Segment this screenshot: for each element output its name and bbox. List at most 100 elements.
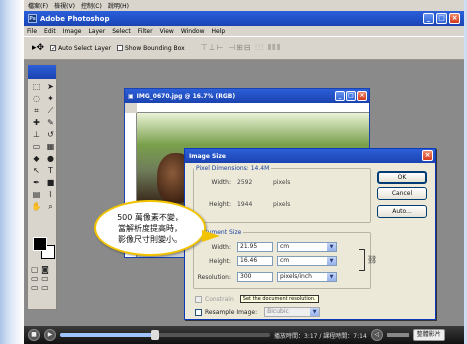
resolution-unit-select[interactable]: pixels/inch ▼ <box>277 272 337 282</box>
pixel-width-label: Width: <box>211 179 231 186</box>
history-brush-icon[interactable]: ↺ <box>44 129 57 140</box>
playback-time: 播放時間：3:17 / 課程時間：7:14 <box>274 332 367 340</box>
doc-width-unit-select[interactable]: cm ▼ <box>277 242 337 252</box>
cancel-button[interactable]: Cancel <box>377 187 427 200</box>
resample-method-select[interactable]: Bicubic ▼ <box>264 307 321 317</box>
pixel-dimensions-label: Pixel Dimensions: 14.4M <box>196 165 270 172</box>
align-buttons-group[interactable]: ⊤⊥⊢ ⊣⊞⊟ ⫶⫶⫶ ⦀⦀⦀ <box>201 43 281 53</box>
chevron-down-icon[interactable]: ▼ <box>310 308 320 316</box>
doc-height-row: Height: 16.46 cm ▼ <box>197 256 337 266</box>
show-bounding-box-option[interactable]: Show Bounding Box <box>117 45 185 52</box>
doc-minimize-icon[interactable]: _ <box>335 91 345 101</box>
volume-slider[interactable] <box>386 333 409 337</box>
constrain-bracket <box>359 249 365 271</box>
stamp-tool-icon[interactable]: ⊥ <box>30 129 43 140</box>
resample-image-row: Resample Image: Bicubic ▼ <box>195 307 321 317</box>
viewer-menu-help[interactable]: 說明(H) <box>108 1 129 10</box>
hand-tool-icon[interactable]: ✋ <box>30 201 43 212</box>
document-title-bar[interactable]: ▣ IMG_0670.jpg @ 16.7% (RGB) <box>125 89 369 103</box>
healing-brush-icon[interactable]: ✚ <box>30 117 43 128</box>
callout-line-1: 500 萬像素不變， <box>117 212 183 222</box>
constrain-proportions-checkbox[interactable] <box>195 295 202 303</box>
auto-select-layer-checkbox[interactable] <box>50 45 57 51</box>
stop-icon[interactable]: ■ <box>28 329 40 341</box>
ok-button[interactable]: OK <box>377 171 427 184</box>
gradient-tool-icon[interactable]: ▦ <box>44 141 57 152</box>
menu-layer[interactable]: Layer <box>88 28 105 35</box>
resolution-row: Resolution: 300 pixels/inch ▼ <box>197 272 337 282</box>
menu-select[interactable]: Select <box>112 28 131 35</box>
full-video-button[interactable]: 整體影片 <box>412 329 445 341</box>
seek-bar[interactable] <box>60 330 270 340</box>
callout-line-3: 影像尺寸則變小。 <box>118 234 182 244</box>
marquee-tool-icon[interactable]: ⬚ <box>30 81 43 92</box>
menu-filter[interactable]: Filter <box>138 28 153 35</box>
resolution-label: Resolution: <box>197 273 231 281</box>
move-tool-icon[interactable]: ➤ <box>44 81 57 92</box>
doc-width-input[interactable]: 21.95 <box>237 242 273 252</box>
slice-tool-icon[interactable]: ⟋ <box>44 105 57 116</box>
window-controls: _ □ × <box>423 13 460 24</box>
type-tool-icon[interactable]: T <box>44 165 57 176</box>
app-title: Adobe Photoshop <box>40 14 110 23</box>
magic-wand-icon[interactable]: ✦ <box>44 93 57 104</box>
close-icon[interactable]: × <box>449 13 460 24</box>
dodge-tool-icon[interactable]: ● <box>44 153 57 164</box>
doc-width-row: Width: 21.95 cm ▼ <box>197 242 337 252</box>
volume-icon[interactable]: ◁ <box>370 329 383 341</box>
resample-image-label: Resample Image: <box>205 308 258 316</box>
auto-select-layer-option[interactable]: Auto Select Layer <box>50 45 111 52</box>
chevron-down-icon[interactable]: ▼ <box>327 257 336 265</box>
callout-pointer <box>202 230 220 242</box>
seek-handle[interactable] <box>150 330 159 340</box>
auto-button[interactable]: Auto... <box>377 205 427 218</box>
lasso-tool-icon[interactable]: ◌ <box>30 93 43 104</box>
play-icon[interactable]: ▶ <box>44 329 56 341</box>
doc-close-icon[interactable]: × <box>357 91 367 101</box>
menu-edit[interactable]: Edit <box>44 28 56 35</box>
eraser-tool-icon[interactable]: ▭ <box>30 141 43 152</box>
foreground-color-swatch[interactable] <box>33 237 47 251</box>
shape-tool-icon[interactable]: ■ <box>44 177 57 188</box>
eyedropper-icon[interactable]: ⌇ <box>44 189 57 200</box>
photoshop-app-icon: Ps <box>28 14 37 23</box>
chevron-down-icon[interactable]: ▼ <box>327 243 336 251</box>
resample-method-value: Bicubic <box>267 308 289 315</box>
dialog-title-bar[interactable]: Image Size <box>185 149 435 163</box>
menu-image[interactable]: Image <box>63 28 82 35</box>
blur-tool-icon[interactable]: ◆ <box>30 153 43 164</box>
resolution-input[interactable]: 300 <box>237 272 273 282</box>
path-select-icon[interactable]: ↖ <box>30 165 43 176</box>
quick-mask-icons[interactable]: ▢ ◙ ▭ ▭ ▭ ▭ <box>31 265 49 292</box>
pixel-width-row: Width: 2592 pixels <box>197 179 291 186</box>
menu-view[interactable]: View <box>160 28 174 35</box>
pixel-height-label: Height: <box>209 201 231 208</box>
menu-help[interactable]: Help <box>212 28 226 35</box>
pen-tool-icon[interactable]: ✒ <box>30 177 43 188</box>
pixel-height-unit: pixels <box>273 201 291 208</box>
resample-image-checkbox[interactable] <box>195 308 202 316</box>
viewer-menu-control[interactable]: 控制(C) <box>81 1 102 10</box>
pixel-width-unit: pixels <box>273 179 291 186</box>
maximize-icon[interactable]: □ <box>436 13 447 24</box>
viewer-menu-file[interactable]: 檔案(F) <box>28 1 48 10</box>
menu-window[interactable]: Window <box>181 28 205 35</box>
constrain-proportions-row: Constrain Set the document resolution. <box>195 295 319 303</box>
doc-height-input[interactable]: 16.46 <box>237 256 273 266</box>
show-bounding-box-checkbox[interactable] <box>117 45 124 51</box>
minimize-icon[interactable]: _ <box>423 13 434 24</box>
viewer-menu-view[interactable]: 檢視(V) <box>54 1 75 10</box>
chevron-down-icon[interactable]: ▼ <box>327 273 336 281</box>
brush-tool-icon[interactable]: ✎ <box>44 117 57 128</box>
crop-tool-icon[interactable]: ⌗ <box>30 105 43 116</box>
doc-maximize-icon[interactable]: □ <box>346 91 356 101</box>
video-player-bar: ■ ▶ 播放時間：3:17 / 課程時間：7:14 ◁ 整體影片 <box>24 326 464 344</box>
doc-height-unit-select[interactable]: cm ▼ <box>277 256 337 266</box>
zoom-tool-icon[interactable]: ⌕ <box>44 201 57 212</box>
toolbox-panel: ⬚ ➤ ◌ ✦ ⌗ ⟋ ✚ ✎ ⊥ ↺ ▭ ▦ ◆ ● ↖ T ✒ ■ ▤ ⌇ … <box>27 64 57 310</box>
horizontal-ruler <box>137 103 369 113</box>
menu-file[interactable]: File <box>27 28 37 35</box>
move-tool-icon[interactable]: ▸✥ <box>32 43 44 53</box>
notes-tool-icon[interactable]: ▤ <box>30 189 43 200</box>
dialog-close-icon[interactable]: × <box>422 150 433 161</box>
